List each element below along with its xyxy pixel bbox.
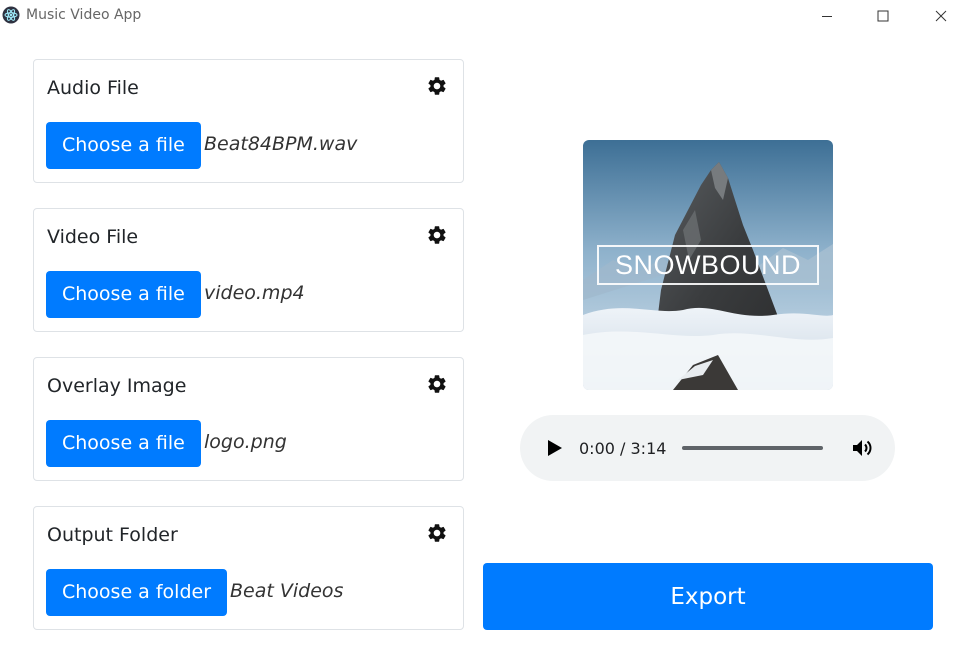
window-title: Music Video App <box>26 7 142 23</box>
video-file-card: Video File Choose a file video.mp4 <box>33 208 464 332</box>
minimize-icon <box>822 16 832 17</box>
choose-overlay-button[interactable]: Choose a file <box>46 420 201 467</box>
close-icon <box>935 10 947 22</box>
export-button[interactable]: Export <box>483 563 933 630</box>
choose-folder-button[interactable]: Choose a folder <box>46 569 228 616</box>
app-icon <box>2 6 20 24</box>
overlay-file-name: logo.png <box>204 431 287 453</box>
video-file-name: video.mp4 <box>204 282 305 304</box>
overlay-image-card: Overlay Image Choose a file logo.png <box>33 357 464 481</box>
minimize-button[interactable] <box>804 0 850 32</box>
maximize-icon <box>877 10 889 22</box>
video-preview: SNOWBOUND <box>583 140 833 390</box>
gear-icon[interactable] <box>426 75 448 97</box>
audio-file-card: Audio File Choose a file Beat84BPM.wav <box>33 59 464 183</box>
gear-icon[interactable] <box>426 522 448 544</box>
maximize-button[interactable] <box>860 0 906 32</box>
gear-icon[interactable] <box>426 224 448 246</box>
seek-bar[interactable] <box>682 446 823 450</box>
title-bar: Music Video App <box>0 0 964 32</box>
card-title: Overlay Image <box>47 375 187 397</box>
playback-time: 0:00 / 3:14 <box>579 439 667 458</box>
card-title: Output Folder <box>47 524 178 546</box>
audio-file-name: Beat84BPM.wav <box>204 133 358 155</box>
output-folder-card: Output Folder Choose a folder Beat Video… <box>33 506 464 630</box>
audio-player: 0:00 / 3:14 <box>520 415 895 481</box>
output-folder-name: Beat Videos <box>230 580 344 602</box>
choose-video-button[interactable]: Choose a file <box>46 271 201 318</box>
card-title: Audio File <box>47 77 139 99</box>
gear-icon[interactable] <box>426 373 448 395</box>
card-title: Video File <box>47 226 139 248</box>
close-button[interactable] <box>918 0 964 32</box>
overlay-logo-text: SNOWBOUND <box>597 245 819 285</box>
volume-icon[interactable] <box>851 437 875 459</box>
play-icon[interactable] <box>545 437 565 459</box>
choose-audio-button[interactable]: Choose a file <box>46 122 201 169</box>
